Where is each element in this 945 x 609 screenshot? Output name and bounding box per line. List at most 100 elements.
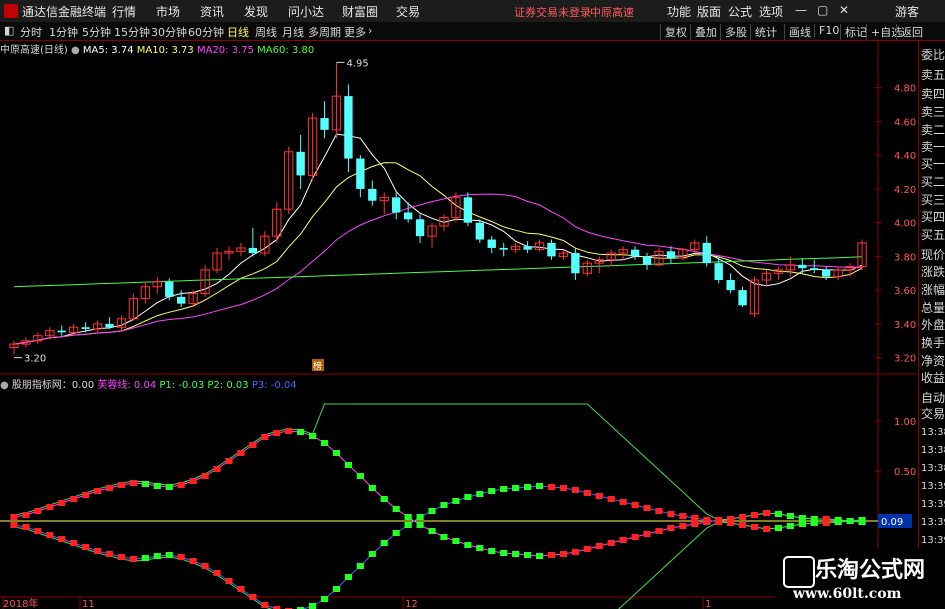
candle-body: [81, 327, 90, 329]
chevron-right-icon[interactable]: ›: [368, 24, 372, 37]
period-more[interactable]: 更多: [344, 24, 366, 40]
indicator-mark: [177, 482, 185, 488]
event-marker-label: 榜: [313, 360, 322, 372]
close-icon[interactable]: ✕: [839, 3, 849, 17]
candle-body: [368, 188, 377, 201]
watermark-title: 乐淘公式网: [815, 557, 926, 583]
period-weekly[interactable]: 周线: [255, 24, 277, 40]
menu-wealth[interactable]: 财富圈: [342, 3, 378, 20]
indicator-mark: [798, 515, 806, 521]
indicator-mark: [488, 548, 496, 554]
overlay-button[interactable]: 叠加: [690, 24, 717, 40]
indicator-mark: [261, 434, 269, 440]
time-label: 2018年: [3, 597, 38, 609]
chart-area[interactable]: 4.80 4.60 4.40 4.20 4.00 3.80 3.60 3.40 3.20 4.95…: [0, 41, 918, 609]
login-status[interactable]: 证券交易未登录: [514, 4, 591, 20]
minimize-icon[interactable]: —: [795, 3, 807, 17]
menu-discover[interactable]: 发现: [244, 3, 268, 20]
indicator-mark-mirror: [452, 498, 460, 504]
indicator-mark: [750, 512, 759, 518]
indicator-mark-mirror: [189, 558, 197, 564]
period-daily[interactable]: 日线: [227, 24, 249, 40]
period-5min[interactable]: 5分钟: [82, 24, 111, 40]
price-tick-label: 4.20: [894, 185, 916, 196]
menu-quotes[interactable]: 行情: [112, 3, 136, 20]
panel-item-10: 买五: [921, 228, 945, 242]
indicator-mark: [691, 521, 699, 527]
app-logo-icon: [4, 4, 18, 18]
f10-button[interactable]: F10: [814, 24, 839, 37]
watermark-url: www.60lt.com: [793, 586, 902, 602]
indicator-mark: [619, 537, 627, 543]
indicator-mark-mirror: [34, 528, 42, 534]
indicator-mark: [559, 551, 567, 557]
candle-body: [499, 247, 508, 250]
period-multi[interactable]: 多周期: [308, 24, 341, 40]
indicator-mark-mirror: [703, 517, 711, 523]
indicator-mark-mirror: [70, 540, 78, 546]
indicator-settings-icon[interactable]: ●: [0, 380, 9, 391]
p3-line: [13, 485, 863, 609]
period-monthly[interactable]: 月线: [282, 24, 304, 40]
indicator-tick-label: 1.00: [894, 417, 916, 428]
indicator-mark: [631, 534, 639, 540]
indicator-mark-mirror: [22, 524, 30, 530]
toolbar-lock-icon[interactable]: ◧: [4, 24, 14, 37]
mark-button[interactable]: 标记: [840, 24, 867, 40]
indicator-mark: [34, 508, 42, 514]
candle-body: [105, 323, 114, 328]
candle-body: [547, 242, 556, 257]
menu-ask[interactable]: 问小达: [288, 3, 324, 20]
indicator-mark: [153, 483, 161, 489]
menu-news[interactable]: 资讯: [200, 3, 224, 20]
indicator-mark: [774, 511, 782, 517]
indicator-mark: [404, 514, 412, 520]
menu-function[interactable]: 功能: [667, 3, 691, 20]
indicator-mark: [512, 551, 520, 557]
current-value-label: 0.09: [881, 517, 903, 528]
menu-options[interactable]: 选项: [759, 3, 783, 20]
period-30min[interactable]: 30分钟: [151, 24, 187, 40]
period-1min[interactable]: 1分钟: [49, 24, 78, 40]
indicator-mark-mirror: [153, 553, 161, 559]
indicator-mark-mirror: [655, 508, 663, 514]
indicator-mark: [500, 550, 508, 556]
panel-item-23: 13:38: [921, 463, 945, 474]
menu-layout[interactable]: 版面: [697, 3, 721, 20]
menu-formula[interactable]: 公式: [728, 3, 752, 20]
menu-market[interactable]: 市场: [156, 3, 180, 20]
panel-item-1: 卖五: [921, 68, 945, 82]
panel-item-6: 买一: [921, 157, 945, 171]
guest-label[interactable]: 游客: [895, 3, 919, 20]
period-15min[interactable]: 15分钟: [114, 24, 150, 40]
high-label: 4.95: [346, 58, 368, 69]
candle-body: [630, 249, 640, 257]
menu-trade[interactable]: 交易: [396, 3, 420, 20]
statistics-button[interactable]: 统计: [750, 24, 777, 40]
panel-item-9: 买四: [921, 210, 945, 224]
panel-item-8: 买三: [921, 193, 945, 207]
restore-rights-button[interactable]: 复权: [660, 24, 687, 40]
price-tick-label: 4.00: [894, 219, 916, 230]
indicator-mark-mirror: [559, 485, 567, 491]
period-timeshare[interactable]: 分时: [20, 24, 42, 40]
maximize-icon[interactable]: ▢: [817, 3, 828, 17]
candle-body: [798, 264, 807, 269]
back-button[interactable]: 返回: [896, 24, 923, 40]
multi-stock-button[interactable]: 多股: [720, 24, 747, 40]
indicator-mark-mirror: [201, 563, 209, 569]
indicator-mark: [237, 450, 245, 456]
indicator-mark-mirror: [488, 488, 496, 494]
indicator-mark-mirror: [129, 556, 137, 562]
indicator-mark: [679, 523, 687, 529]
indicator-line-p3: P3: -0.04: [251, 380, 297, 391]
candle-body: [475, 222, 484, 240]
candle-body: [726, 280, 735, 291]
indicator-mark: [213, 466, 221, 472]
indicator-mark-mirror: [309, 603, 317, 609]
indicator-mark-mirror: [858, 517, 866, 523]
indicator-mark-mirror: [607, 496, 615, 502]
draw-line-button[interactable]: 画线: [784, 24, 811, 40]
indicator-mark: [452, 538, 460, 544]
period-60min[interactable]: 60分钟: [188, 24, 224, 40]
